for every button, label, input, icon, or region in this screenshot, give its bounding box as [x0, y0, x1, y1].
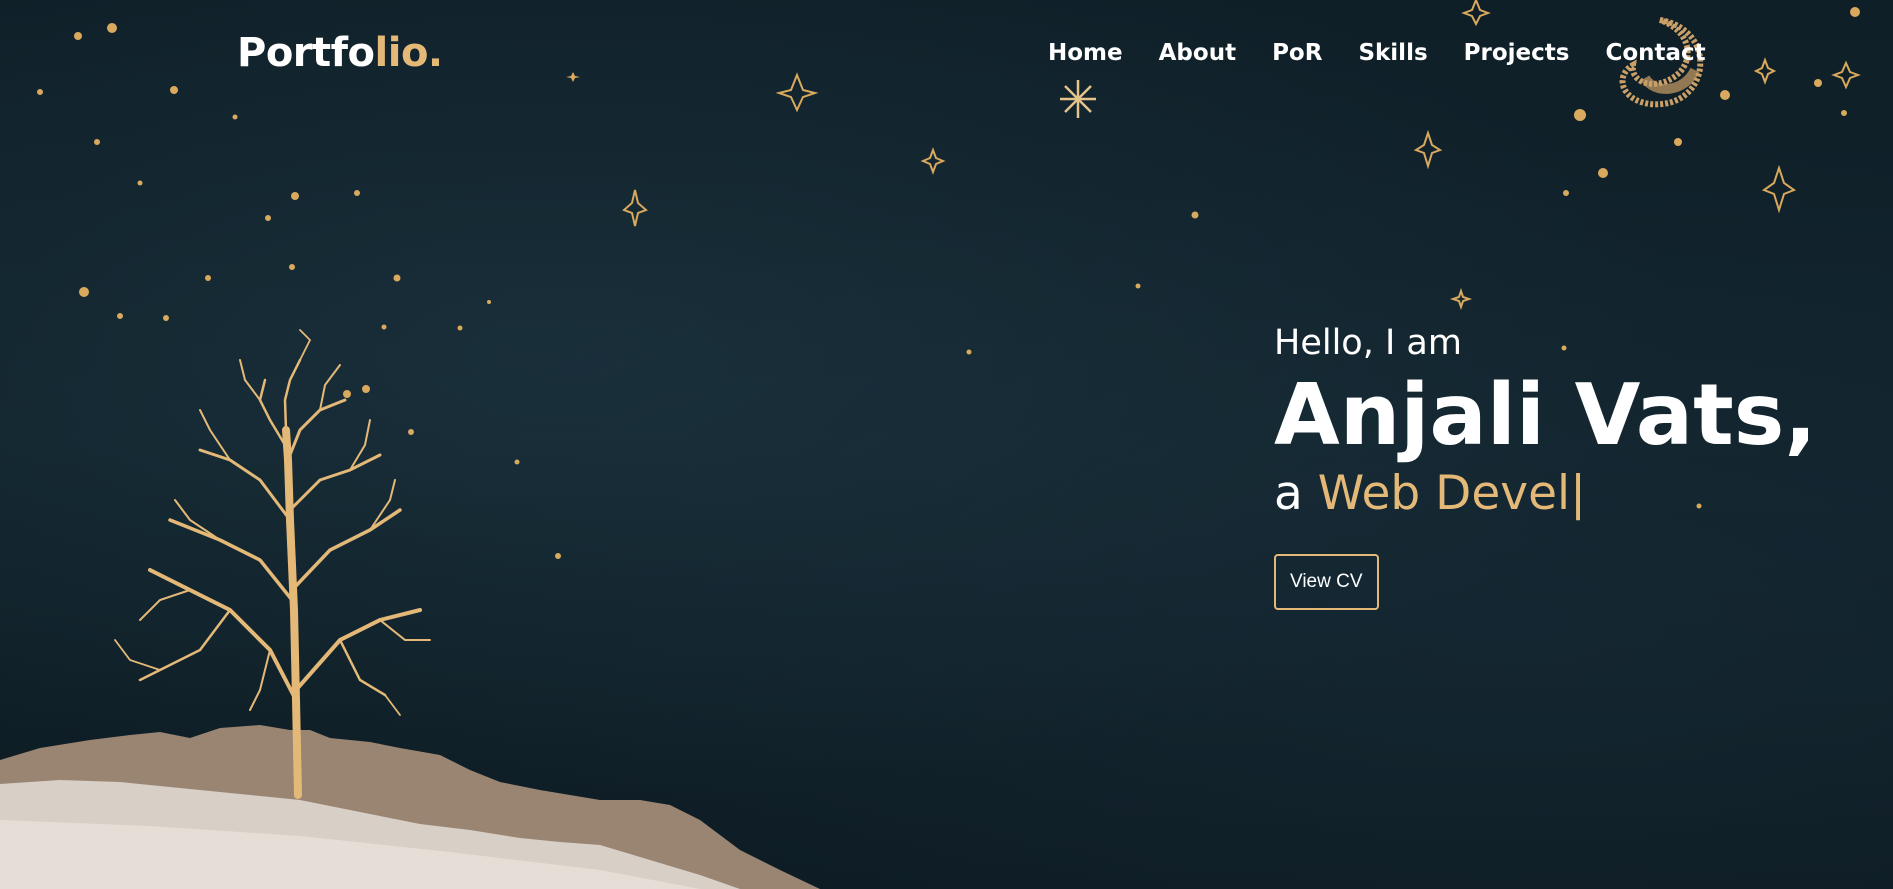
- glitter-hill-illustration: [0, 725, 820, 889]
- view-cv-button[interactable]: View CV: [1274, 554, 1379, 610]
- gold-tree-illustration: [114, 329, 431, 799]
- nav-link-projects[interactable]: Projects: [1464, 40, 1570, 66]
- portfolio-page: Portfolio. Home About PoR Skills Project…: [0, 0, 1893, 889]
- nav-link-skills[interactable]: Skills: [1358, 40, 1427, 66]
- typing-cursor: |: [1570, 466, 1586, 521]
- nav-link-home[interactable]: Home: [1048, 40, 1123, 66]
- sparkle-star-icon: [622, 189, 648, 227]
- nav-link-about[interactable]: About: [1159, 40, 1236, 66]
- sparkle-star-icon: [1449, 287, 1473, 311]
- hero-name: Anjali Vats,: [1274, 366, 1817, 465]
- nav-link-contact[interactable]: Contact: [1605, 40, 1705, 66]
- hero-greeting: Hello, I am: [1274, 323, 1462, 363]
- hero-role: a Web Devel|: [1274, 464, 1834, 524]
- hero-role-typed: Web Devel: [1317, 466, 1571, 521]
- logo-text-main: Portfo: [237, 30, 375, 76]
- navbar: Portfolio. Home About PoR Skills Project…: [0, 0, 1893, 110]
- hero-section: Hello, I am Anjali Vats, a Web Devel| Vi…: [1274, 318, 1834, 610]
- sparkle-star-icon: [920, 147, 946, 175]
- hero-role-prefix: a: [1274, 466, 1318, 521]
- nav-link-por[interactable]: PoR: [1272, 40, 1322, 66]
- sparkle-star-icon: [1413, 129, 1443, 170]
- nav-links: Home About PoR Skills Projects Contact: [1048, 40, 1706, 66]
- logo-text-accent: lio.: [374, 30, 444, 76]
- sparkle-star-icon: [1761, 164, 1797, 214]
- site-logo[interactable]: Portfolio.: [237, 30, 443, 76]
